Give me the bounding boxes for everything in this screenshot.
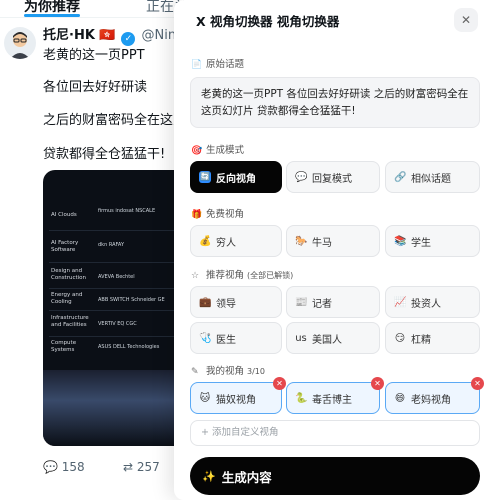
media-row-logos: firmus indosat NSCALE <box>98 208 156 214</box>
author-name[interactable]: 托尼·HK <box>43 28 95 43</box>
media-row-label: AI Clouds <box>51 212 77 218</box>
unlocked-note: (全部已解锁) <box>247 271 294 280</box>
tweet-media-image[interactable]: AI Clouds firmus indosat NSCALE AI Facto… <box>43 170 193 446</box>
media-row-label: Design and Construction <box>51 268 87 281</box>
perspective-worker-button[interactable]: 🐎 牛马 <box>286 225 380 257</box>
cat-icon: 🐱 <box>199 392 211 404</box>
briefcase-icon: 💼 <box>199 296 212 308</box>
feed-tabs: 为你推荐 正在关 <box>0 0 200 15</box>
mode-reply-button[interactable]: 💬 回复模式 <box>286 161 380 193</box>
avatar[interactable] <box>4 27 36 59</box>
chat-icon: 💬 <box>295 171 308 183</box>
media-row-logos: AVEVA Bechtel <box>98 274 135 280</box>
doctor-icon: 🩺 <box>199 332 212 344</box>
perspective-poor-button[interactable]: 💰 穷人 <box>190 225 282 257</box>
perspective-journalist-button[interactable]: 📰 记者 <box>286 286 380 318</box>
tweet-text-line: 老黄的这一页PPT <box>43 48 145 63</box>
mode-similar-button[interactable]: 🔗 相似话题 <box>385 161 480 193</box>
tweet-text-line: 贷款都得全仓猛猛干! <box>43 147 166 162</box>
server-rack-graphic <box>43 370 193 446</box>
generate-button[interactable]: ✨ 生成内容 <box>190 457 480 495</box>
mine-count: 3/10 <box>247 367 265 376</box>
my-perspective-sharp-tongue-button[interactable]: 🐍 毒舌博主 ✕ <box>286 377 384 414</box>
media-row-label: Infrastructure and Facilities <box>51 315 89 328</box>
reply-count[interactable]: 💬 158 <box>43 460 85 474</box>
snake-icon: 🐍 <box>295 392 308 404</box>
reverse-icon: 🔄 <box>199 171 211 183</box>
media-row-label: Energy and Cooling <box>51 292 83 305</box>
smile-icon: 😄 <box>394 392 406 404</box>
remove-icon[interactable]: ✕ <box>371 377 384 390</box>
media-divider <box>49 336 189 337</box>
star-icon: ☆ <box>191 271 200 281</box>
media-divider <box>49 310 189 311</box>
money-bag-icon: 💰 <box>199 235 212 247</box>
repost-count[interactable]: ⇄ 257 <box>123 460 160 474</box>
document-icon: 📄 <box>191 60 203 70</box>
pencil-icon: ✎ <box>191 367 199 377</box>
tabs-divider <box>0 17 200 18</box>
media-row-label: AI Factory Software <box>51 240 79 253</box>
panel-title: X 视角切换器 视角切换器 <box>196 14 340 29</box>
media-row-label: Compute Systems <box>51 340 77 353</box>
repost-icon: ⇄ <box>123 460 134 474</box>
my-perspective-mom-button[interactable]: 😄 老妈视角 ✕ <box>385 377 484 414</box>
flag-icon: 🇭🇰 <box>99 28 116 43</box>
media-divider <box>49 262 189 263</box>
tweet-text-line: 之后的财富密码全在这页 <box>43 113 187 128</box>
newspaper-icon: 📰 <box>295 296 308 308</box>
media-row-logos: VERTIV EQ CGC <box>98 321 137 327</box>
section-mine: ✎ 我的视角 3/10 <box>191 366 265 377</box>
media-divider <box>49 230 189 231</box>
media-divider <box>49 288 189 289</box>
add-custom-perspective-button[interactable]: + 添加自定义视角 <box>190 420 480 446</box>
perspective-american-button[interactable]: us 美国人 <box>286 322 380 354</box>
media-row-logos: dkn RAFAY <box>98 242 125 248</box>
gift-icon: 🎁 <box>191 210 203 220</box>
mode-reverse-button[interactable]: 🔄 反向视角 <box>190 161 282 193</box>
horse-icon: 🐎 <box>295 235 308 247</box>
link-icon: 🔗 <box>394 171 407 183</box>
my-perspective-cat-button[interactable]: 🐱 猫奴视角 ✕ <box>190 377 286 414</box>
sparkle-icon: ✨ <box>202 469 216 483</box>
chart-icon: 📈 <box>394 296 407 308</box>
remove-icon[interactable]: ✕ <box>471 377 484 390</box>
section-free: 🎁 免费视角 <box>191 209 245 220</box>
perspective-contrarian-button[interactable]: 😏 杠精 <box>385 322 480 354</box>
close-icon[interactable]: ✕ <box>454 8 478 32</box>
perspective-switcher-panel: X 视角切换器 视角切换器 ✕ 📄 原始话题 老黄的这一页PPT 各位回去好好研读… <box>174 0 493 500</box>
media-row-logos: ASUS DELL Technologies <box>98 344 160 350</box>
perspective-leader-button[interactable]: 💼 领导 <box>190 286 282 318</box>
media-row-logos: ABB SWITCH Schneider GE <box>98 297 165 303</box>
smirk-icon: 😏 <box>394 332 406 344</box>
tweet-text-line: 各位回去好好研读 <box>43 80 148 95</box>
section-original: 📄 原始话题 <box>191 59 245 70</box>
books-icon: 📚 <box>394 235 407 247</box>
section-recommended: ☆ 推荐视角 (全部已解锁) <box>191 270 294 281</box>
perspective-investor-button[interactable]: 📈 投资人 <box>385 286 480 318</box>
original-topic-text[interactable]: 老黄的这一页PPT 各位回去好好研读 之后的财富密码全在这页幻灯片 贷款都得全仓… <box>190 77 480 128</box>
perspective-doctor-button[interactable]: 🩺 医生 <box>190 322 282 354</box>
section-mode: 🎯 生成模式 <box>191 145 245 156</box>
reply-icon: 💬 <box>43 460 58 474</box>
remove-icon[interactable]: ✕ <box>273 377 286 390</box>
target-icon: 🎯 <box>191 146 203 156</box>
us-flag-icon: us <box>295 332 307 344</box>
perspective-student-button[interactable]: 📚 学生 <box>385 225 480 257</box>
